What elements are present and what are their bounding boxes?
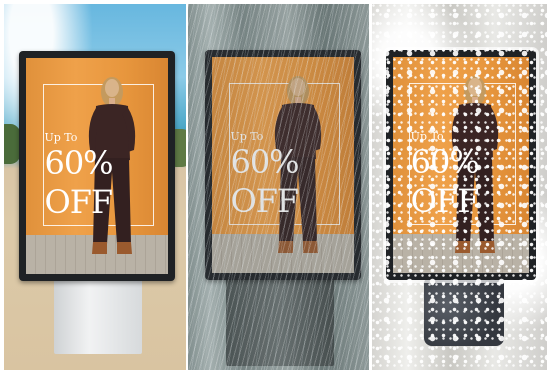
- ad-poster: Up To 60% OFF: [212, 57, 354, 273]
- ad-upto-text: Up To: [44, 131, 78, 145]
- kiosk-frame: Up To 60% OFF: [205, 50, 361, 280]
- ad-off-text: OFF: [230, 182, 299, 221]
- ad-off-text: OFF: [410, 182, 480, 221]
- ad-poster: Up To 60% OFF: [26, 58, 168, 274]
- ad-upto-text: Up To: [230, 130, 264, 144]
- ad-upto-text: Up To: [410, 130, 444, 144]
- panel-rain: Up To 60% OFF: [188, 4, 369, 370]
- ad-off-text: OFF: [44, 183, 113, 222]
- kiosk-frame: Up To 60% OFF: [386, 50, 536, 280]
- kiosk-stand: [424, 276, 504, 346]
- ad-discount-text: 60%: [410, 143, 480, 182]
- ad-poster: Up To 60% OFF: [393, 57, 529, 273]
- comparison-image: Up To 60% OFF Up To 60% OFF Up To 60% OF…: [0, 0, 551, 371]
- panel-clear-beach: Up To 60% OFF: [4, 4, 186, 370]
- kiosk-frame: Up To 60% OFF: [19, 51, 175, 281]
- panel-snow: Up To 60% OFF: [372, 4, 547, 370]
- kiosk-stand: [54, 272, 142, 354]
- kiosk-stand: [226, 266, 334, 366]
- ad-discount-text: 60%: [230, 143, 299, 182]
- ad-discount-text: 60%: [44, 144, 113, 183]
